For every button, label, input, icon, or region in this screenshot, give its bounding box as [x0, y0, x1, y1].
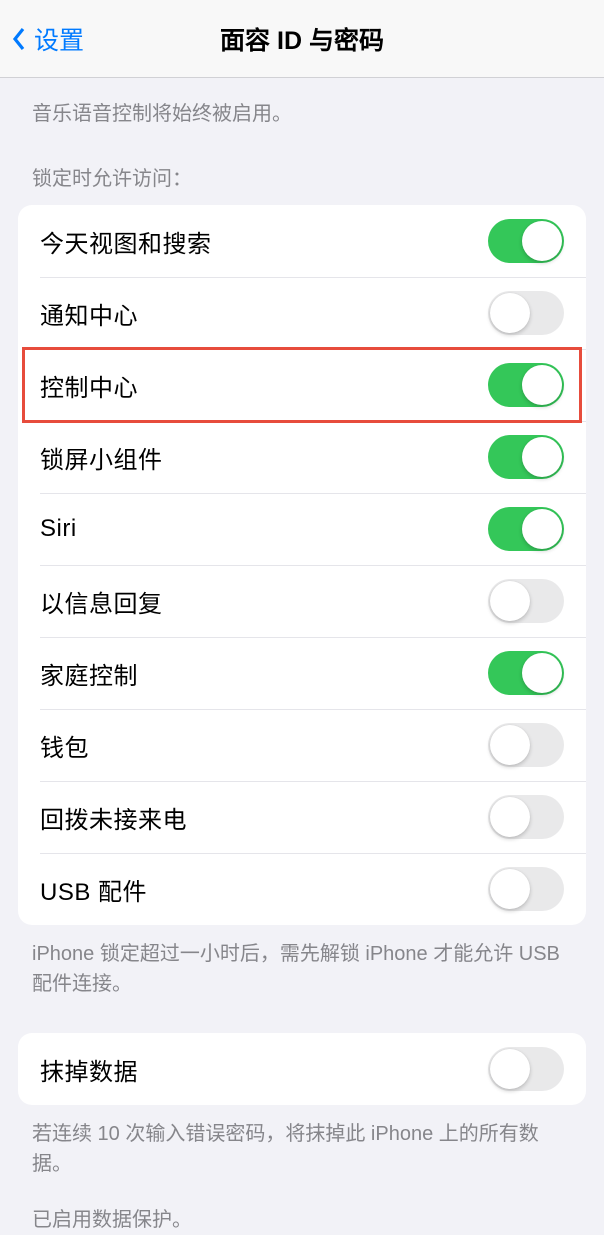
navigation-bar: 设置 面容 ID 与密码: [0, 0, 604, 78]
lock-access-group: 今天视图和搜索通知中心控制中心锁屏小组件 Siri 以信息回复家庭控制钱包回拨未接来…: [18, 205, 586, 925]
lock-access-toggle[interactable]: [488, 723, 564, 767]
lock-access-row: 以信息回复: [18, 565, 586, 637]
lock-access-row: USB 配件: [18, 853, 586, 925]
lock-access-row: 今天视图和搜索: [18, 205, 586, 277]
lock-access-toggle[interactable]: [488, 219, 564, 263]
lock-access-row: 锁屏小组件: [18, 421, 586, 493]
lock-access-label: 今天视图和搜索: [40, 224, 212, 259]
erase-group: 抹掉数据: [18, 1033, 586, 1105]
lock-access-row: 通知中心: [18, 277, 586, 349]
lock-access-toggle[interactable]: [488, 291, 564, 335]
lock-access-row: 回拨未接来电: [18, 781, 586, 853]
erase-footer: 若连续 10 次输入错误密码，将抹掉此 iPhone 上的所有数据。: [0, 1105, 604, 1179]
lock-access-toggle[interactable]: [488, 435, 564, 479]
chevron-left-icon: [8, 22, 30, 56]
lock-access-toggle[interactable]: [488, 507, 564, 551]
lock-access-label: 回拨未接来电: [40, 800, 187, 835]
lock-access-label: 以信息回复: [40, 584, 163, 619]
erase-data-toggle[interactable]: [488, 1047, 564, 1091]
lock-access-toggle[interactable]: [488, 579, 564, 623]
lock-access-label: 控制中心: [40, 368, 138, 403]
lock-access-label: 通知中心: [40, 296, 138, 331]
lock-access-toggle[interactable]: [488, 795, 564, 839]
content: 音乐语音控制将始终被启用。 锁定时允许访问： 今天视图和搜索通知中心控制中心锁屏…: [0, 78, 604, 1235]
lock-access-row: Siri: [18, 493, 586, 565]
lock-access-row: 控制中心: [18, 349, 586, 421]
lock-access-toggle[interactable]: [488, 867, 564, 911]
lock-access-label: 钱包: [40, 728, 89, 763]
voice-control-note: 音乐语音控制将始终被启用。: [0, 78, 604, 128]
lock-access-row: 钱包: [18, 709, 586, 781]
data-protection-note: 已启用数据保护。: [0, 1179, 604, 1235]
usb-footer: iPhone 锁定超过一小时后，需先解锁 iPhone 才能允许 USB 配件连…: [0, 925, 604, 999]
lock-access-label: 家庭控制: [40, 656, 138, 691]
lock-access-label: 锁屏小组件: [40, 440, 163, 475]
lock-access-label: USB 配件: [40, 872, 147, 907]
erase-data-label: 抹掉数据: [40, 1052, 138, 1087]
lock-access-header: 锁定时允许访问：: [0, 128, 604, 201]
lock-access-toggle[interactable]: [488, 651, 564, 695]
lock-access-toggle[interactable]: [488, 363, 564, 407]
back-label: 设置: [34, 21, 84, 57]
erase-data-row: 抹掉数据: [18, 1033, 586, 1105]
back-button[interactable]: 设置: [8, 21, 84, 57]
lock-access-row: 家庭控制: [18, 637, 586, 709]
page-title: 面容 ID 与密码: [0, 21, 604, 57]
lock-access-label: Siri: [40, 515, 77, 543]
